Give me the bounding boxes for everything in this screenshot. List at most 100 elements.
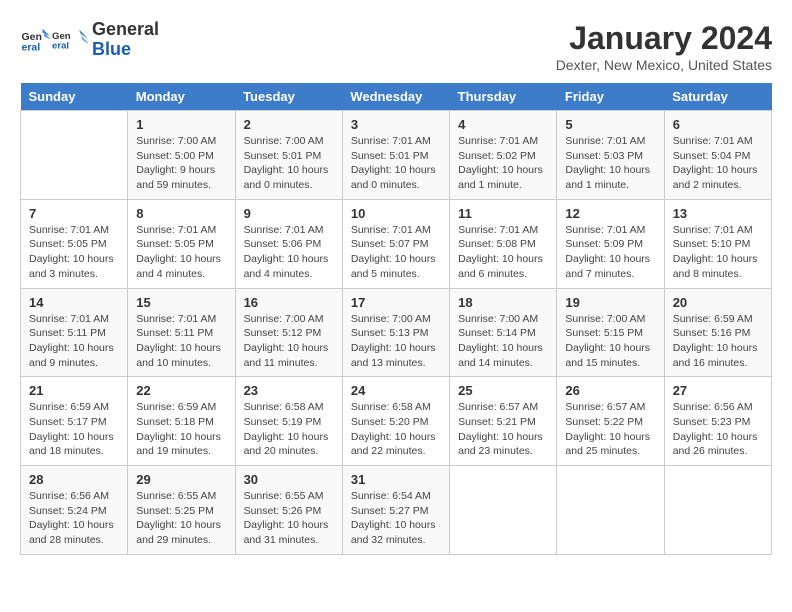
day-number: 12	[565, 206, 655, 221]
day-of-week-header: Monday	[128, 83, 235, 111]
day-number: 15	[136, 295, 226, 310]
calendar-cell: 23Sunrise: 6:58 AMSunset: 5:19 PMDayligh…	[235, 377, 342, 466]
day-info: Sunrise: 6:54 AMSunset: 5:27 PMDaylight:…	[351, 489, 441, 548]
logo: Gen eral Gen eral General Blue	[20, 20, 159, 60]
day-number: 31	[351, 472, 441, 487]
general-blue-logo-graphic: Gen eral	[52, 22, 88, 58]
calendar-cell: 2 Sunrise: 7:00 AMSunset: 5:01 PMDaylight…	[235, 111, 342, 200]
calendar-cell: 30Sunrise: 6:55 AMSunset: 5:26 PMDayligh…	[235, 466, 342, 555]
calendar-cell: 12 Sunrise: 7:01 AMSunset: 5:09 PMDayligh…	[557, 199, 664, 288]
calendar-cell: 28 Sunrise: 6:56 AMSunset: 5:24 PMDayligh…	[21, 466, 128, 555]
day-info: Sunrise: 7:01 AMSunset: 5:11 PMDaylight:…	[29, 312, 119, 371]
day-number: 13	[673, 206, 763, 221]
calendar-cell: 16Sunrise: 7:00 AMSunset: 5:12 PMDayligh…	[235, 288, 342, 377]
day-number: 25	[458, 383, 548, 398]
calendar-cell	[21, 111, 128, 200]
day-info: Sunrise: 6:57 AMSunset: 5:21 PMDaylight:…	[458, 400, 548, 459]
day-number: 1	[136, 117, 226, 132]
day-number: 14	[29, 295, 119, 310]
calendar-title: January 2024	[556, 20, 772, 57]
calendar-week-row: 14 Sunrise: 7:01 AMSunset: 5:11 PMDayligh…	[21, 288, 772, 377]
calendar-table: SundayMondayTuesdayWednesdayThursdayFrid…	[20, 83, 772, 555]
calendar-cell: 18 Sunrise: 7:00 AMSunset: 5:14 PMDayligh…	[450, 288, 557, 377]
day-of-week-header: Thursday	[450, 83, 557, 111]
day-info: Sunrise: 7:00 AMSunset: 5:14 PMDaylight:…	[458, 312, 548, 371]
calendar-cell: 1Sunrise: 7:00 AMSunset: 5:00 PMDaylight…	[128, 111, 235, 200]
svg-text:eral: eral	[52, 40, 69, 51]
calendar-cell: 9Sunrise: 7:01 AMSunset: 5:06 PMDaylight…	[235, 199, 342, 288]
calendar-cell: 4 Sunrise: 7:01 AMSunset: 5:02 PMDaylight…	[450, 111, 557, 200]
calendar-week-row: 7Sunrise: 7:01 AMSunset: 5:05 PMDaylight…	[21, 199, 772, 288]
calendar-cell: 24 Sunrise: 6:58 AMSunset: 5:20 PMDayligh…	[342, 377, 449, 466]
calendar-cell: 8 Sunrise: 7:01 AMSunset: 5:05 PMDaylight…	[128, 199, 235, 288]
calendar-cell: 13 Sunrise: 7:01 AMSunset: 5:10 PMDayligh…	[664, 199, 771, 288]
calendar-cell	[664, 466, 771, 555]
calendar-cell: 6Sunrise: 7:01 AMSunset: 5:04 PMDaylight…	[664, 111, 771, 200]
day-number: 2	[244, 117, 334, 132]
day-info: Sunrise: 7:00 AMSunset: 5:01 PMDaylight:…	[244, 134, 334, 193]
day-number: 24	[351, 383, 441, 398]
calendar-cell: 14 Sunrise: 7:01 AMSunset: 5:11 PMDayligh…	[21, 288, 128, 377]
calendar-cell: 20 Sunrise: 6:59 AMSunset: 5:16 PMDayligh…	[664, 288, 771, 377]
calendar-cell: 29 Sunrise: 6:55 AMSunset: 5:25 PMDayligh…	[128, 466, 235, 555]
day-info: Sunrise: 6:59 AMSunset: 5:16 PMDaylight:…	[673, 312, 763, 371]
day-info: Sunrise: 7:01 AMSunset: 5:09 PMDaylight:…	[565, 223, 655, 282]
day-of-week-header: Tuesday	[235, 83, 342, 111]
day-number: 11	[458, 206, 548, 221]
calendar-week-row: 21 Sunrise: 6:59 AMSunset: 5:17 PMDayligh…	[21, 377, 772, 466]
day-info: Sunrise: 7:01 AMSunset: 5:02 PMDaylight:…	[458, 134, 548, 193]
day-number: 27	[673, 383, 763, 398]
day-info: Sunrise: 7:00 AMSunset: 5:13 PMDaylight:…	[351, 312, 441, 371]
day-info: Sunrise: 6:59 AMSunset: 5:17 PMDaylight:…	[29, 400, 119, 459]
calendar-cell: 21 Sunrise: 6:59 AMSunset: 5:17 PMDayligh…	[21, 377, 128, 466]
day-number: 30	[244, 472, 334, 487]
day-number: 10	[351, 206, 441, 221]
day-number: 21	[29, 383, 119, 398]
day-info: Sunrise: 6:55 AMSunset: 5:25 PMDaylight:…	[136, 489, 226, 548]
day-info: Sunrise: 6:59 AMSunset: 5:18 PMDaylight:…	[136, 400, 226, 459]
calendar-cell: 3Sunrise: 7:01 AMSunset: 5:01 PMDaylight…	[342, 111, 449, 200]
calendar-cell: 19 Sunrise: 7:00 AMSunset: 5:15 PMDayligh…	[557, 288, 664, 377]
day-of-week-header: Friday	[557, 83, 664, 111]
day-number: 8	[136, 206, 226, 221]
day-info: Sunrise: 7:01 AMSunset: 5:11 PMDaylight:…	[136, 312, 226, 371]
calendar-cell: 17 Sunrise: 7:00 AMSunset: 5:13 PMDayligh…	[342, 288, 449, 377]
svg-text:eral: eral	[22, 41, 41, 53]
calendar-cell: 7Sunrise: 7:01 AMSunset: 5:05 PMDaylight…	[21, 199, 128, 288]
calendar-week-row: 28 Sunrise: 6:56 AMSunset: 5:24 PMDayligh…	[21, 466, 772, 555]
day-info: Sunrise: 6:56 AMSunset: 5:23 PMDaylight:…	[673, 400, 763, 459]
day-info: Sunrise: 7:01 AMSunset: 5:05 PMDaylight:…	[29, 223, 119, 282]
calendar-cell: 5Sunrise: 7:01 AMSunset: 5:03 PMDaylight…	[557, 111, 664, 200]
day-number: 5	[565, 117, 655, 132]
calendar-cell: 26Sunrise: 6:57 AMSunset: 5:22 PMDayligh…	[557, 377, 664, 466]
calendar-cell: 27 Sunrise: 6:56 AMSunset: 5:23 PMDayligh…	[664, 377, 771, 466]
day-of-week-header: Wednesday	[342, 83, 449, 111]
day-info: Sunrise: 7:01 AMSunset: 5:10 PMDaylight:…	[673, 223, 763, 282]
day-info: Sunrise: 7:01 AMSunset: 5:05 PMDaylight:…	[136, 223, 226, 282]
day-info: Sunrise: 6:58 AMSunset: 5:19 PMDaylight:…	[244, 400, 334, 459]
day-number: 22	[136, 383, 226, 398]
day-number: 6	[673, 117, 763, 132]
day-number: 19	[565, 295, 655, 310]
logo-icon: Gen eral	[20, 25, 50, 55]
calendar-week-row: 1Sunrise: 7:00 AMSunset: 5:00 PMDaylight…	[21, 111, 772, 200]
day-info: Sunrise: 7:00 AMSunset: 5:15 PMDaylight:…	[565, 312, 655, 371]
day-of-week-header: Sunday	[21, 83, 128, 111]
day-number: 9	[244, 206, 334, 221]
day-number: 17	[351, 295, 441, 310]
day-number: 28	[29, 472, 119, 487]
page-header: Gen eral Gen eral General Blue January 2…	[20, 20, 772, 73]
day-info: Sunrise: 6:56 AMSunset: 5:24 PMDaylight:…	[29, 489, 119, 548]
day-info: Sunrise: 6:57 AMSunset: 5:22 PMDaylight:…	[565, 400, 655, 459]
calendar-cell: 11Sunrise: 7:01 AMSunset: 5:08 PMDayligh…	[450, 199, 557, 288]
day-number: 18	[458, 295, 548, 310]
calendar-cell: 22 Sunrise: 6:59 AMSunset: 5:18 PMDayligh…	[128, 377, 235, 466]
day-number: 4	[458, 117, 548, 132]
day-info: Sunrise: 6:58 AMSunset: 5:20 PMDaylight:…	[351, 400, 441, 459]
calendar-cell: 31 Sunrise: 6:54 AMSunset: 5:27 PMDayligh…	[342, 466, 449, 555]
calendar-header-row: SundayMondayTuesdayWednesdayThursdayFrid…	[21, 83, 772, 111]
day-number: 29	[136, 472, 226, 487]
day-number: 20	[673, 295, 763, 310]
day-number: 16	[244, 295, 334, 310]
calendar-cell: 15 Sunrise: 7:01 AMSunset: 5:11 PMDayligh…	[128, 288, 235, 377]
